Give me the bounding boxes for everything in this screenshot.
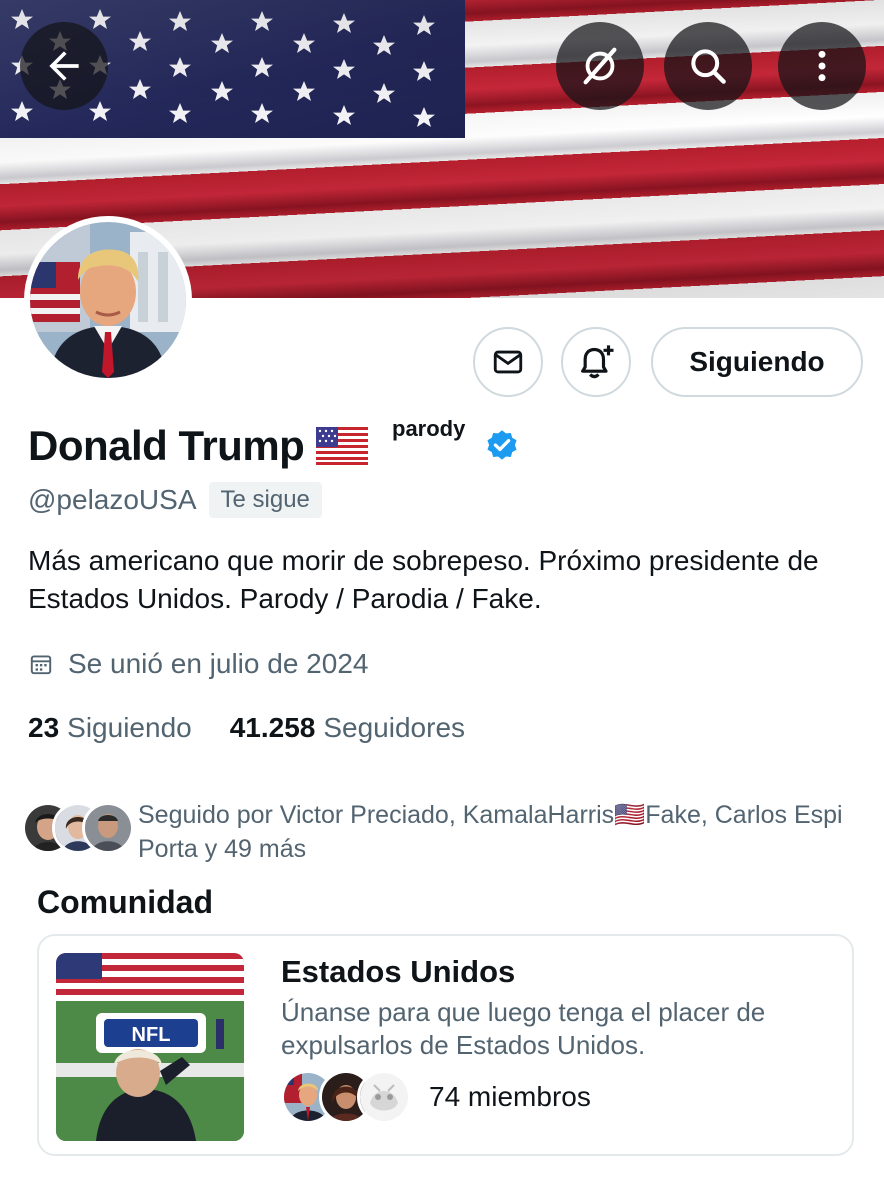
followers-count: 41.258 [229, 712, 316, 743]
arrow-left-icon [49, 51, 79, 81]
display-name: Donald Trump [28, 422, 305, 469]
following-count-link[interactable]: 23 Siguiendo [28, 712, 192, 744]
name-row: Donald Trump [28, 416, 369, 476]
community-member-count: 74 miembros [429, 1081, 591, 1112]
avatar [357, 1070, 411, 1124]
community-card[interactable]: NFL Estados Unidos Únanse para que luego… [37, 934, 854, 1156]
us-flag-emoji [316, 427, 369, 465]
search-icon [691, 49, 726, 84]
joined-text: Se unió en julio de 2024 [68, 648, 369, 679]
calendar-icon [30, 655, 52, 675]
profile-avatar[interactable] [24, 216, 192, 384]
avatar-portrait [30, 222, 186, 378]
community-description: Únanse para que luego tenga el placer de… [281, 997, 766, 1060]
grok-button[interactable] [556, 22, 644, 110]
grok-icon [583, 47, 617, 85]
community-member-avatars [281, 1070, 411, 1126]
search-button[interactable] [664, 22, 752, 110]
community-name: Estados Unidos [281, 954, 516, 989]
community-section-title: Comunidad [37, 884, 213, 920]
more-vertical-icon [818, 50, 826, 82]
follows-you-badge: Te sigue [208, 482, 322, 518]
bell-plus-icon [581, 345, 614, 379]
following-button[interactable]: Siguiendo [651, 327, 863, 397]
joined-date: Se unió en julio de 2024 [28, 648, 368, 680]
community-image: NFL [56, 953, 244, 1141]
user-handle: @pelazoUSA [28, 484, 197, 515]
verified-badge-icon[interactable] [484, 428, 520, 464]
handle-row: @pelazoUSA Te sigue [28, 482, 322, 518]
parody-label: parody [392, 416, 466, 441]
profile-bio: Más americano que morir de sobrepeso. Pr… [28, 545, 819, 614]
followers-label: Seguidores [323, 712, 466, 743]
follow-stats: 23 Siguiendo 41.258 Seguidores [28, 712, 503, 744]
svg-text:NFL: NFL [132, 1024, 171, 1046]
followers-count-link[interactable]: 41.258 Seguidores [230, 712, 465, 744]
more-options-button[interactable] [778, 22, 866, 110]
following-count: 23 [28, 712, 60, 743]
followed-by-text: Seguido por Victor Preciado, KamalaHarri… [138, 801, 843, 863]
avatar [82, 802, 134, 854]
following-label: Siguiendo [67, 712, 192, 743]
notifications-button[interactable] [561, 327, 631, 397]
known-followers-avatars [22, 802, 134, 858]
mail-icon [493, 350, 523, 374]
message-button[interactable] [473, 327, 543, 397]
back-button[interactable] [20, 22, 108, 110]
